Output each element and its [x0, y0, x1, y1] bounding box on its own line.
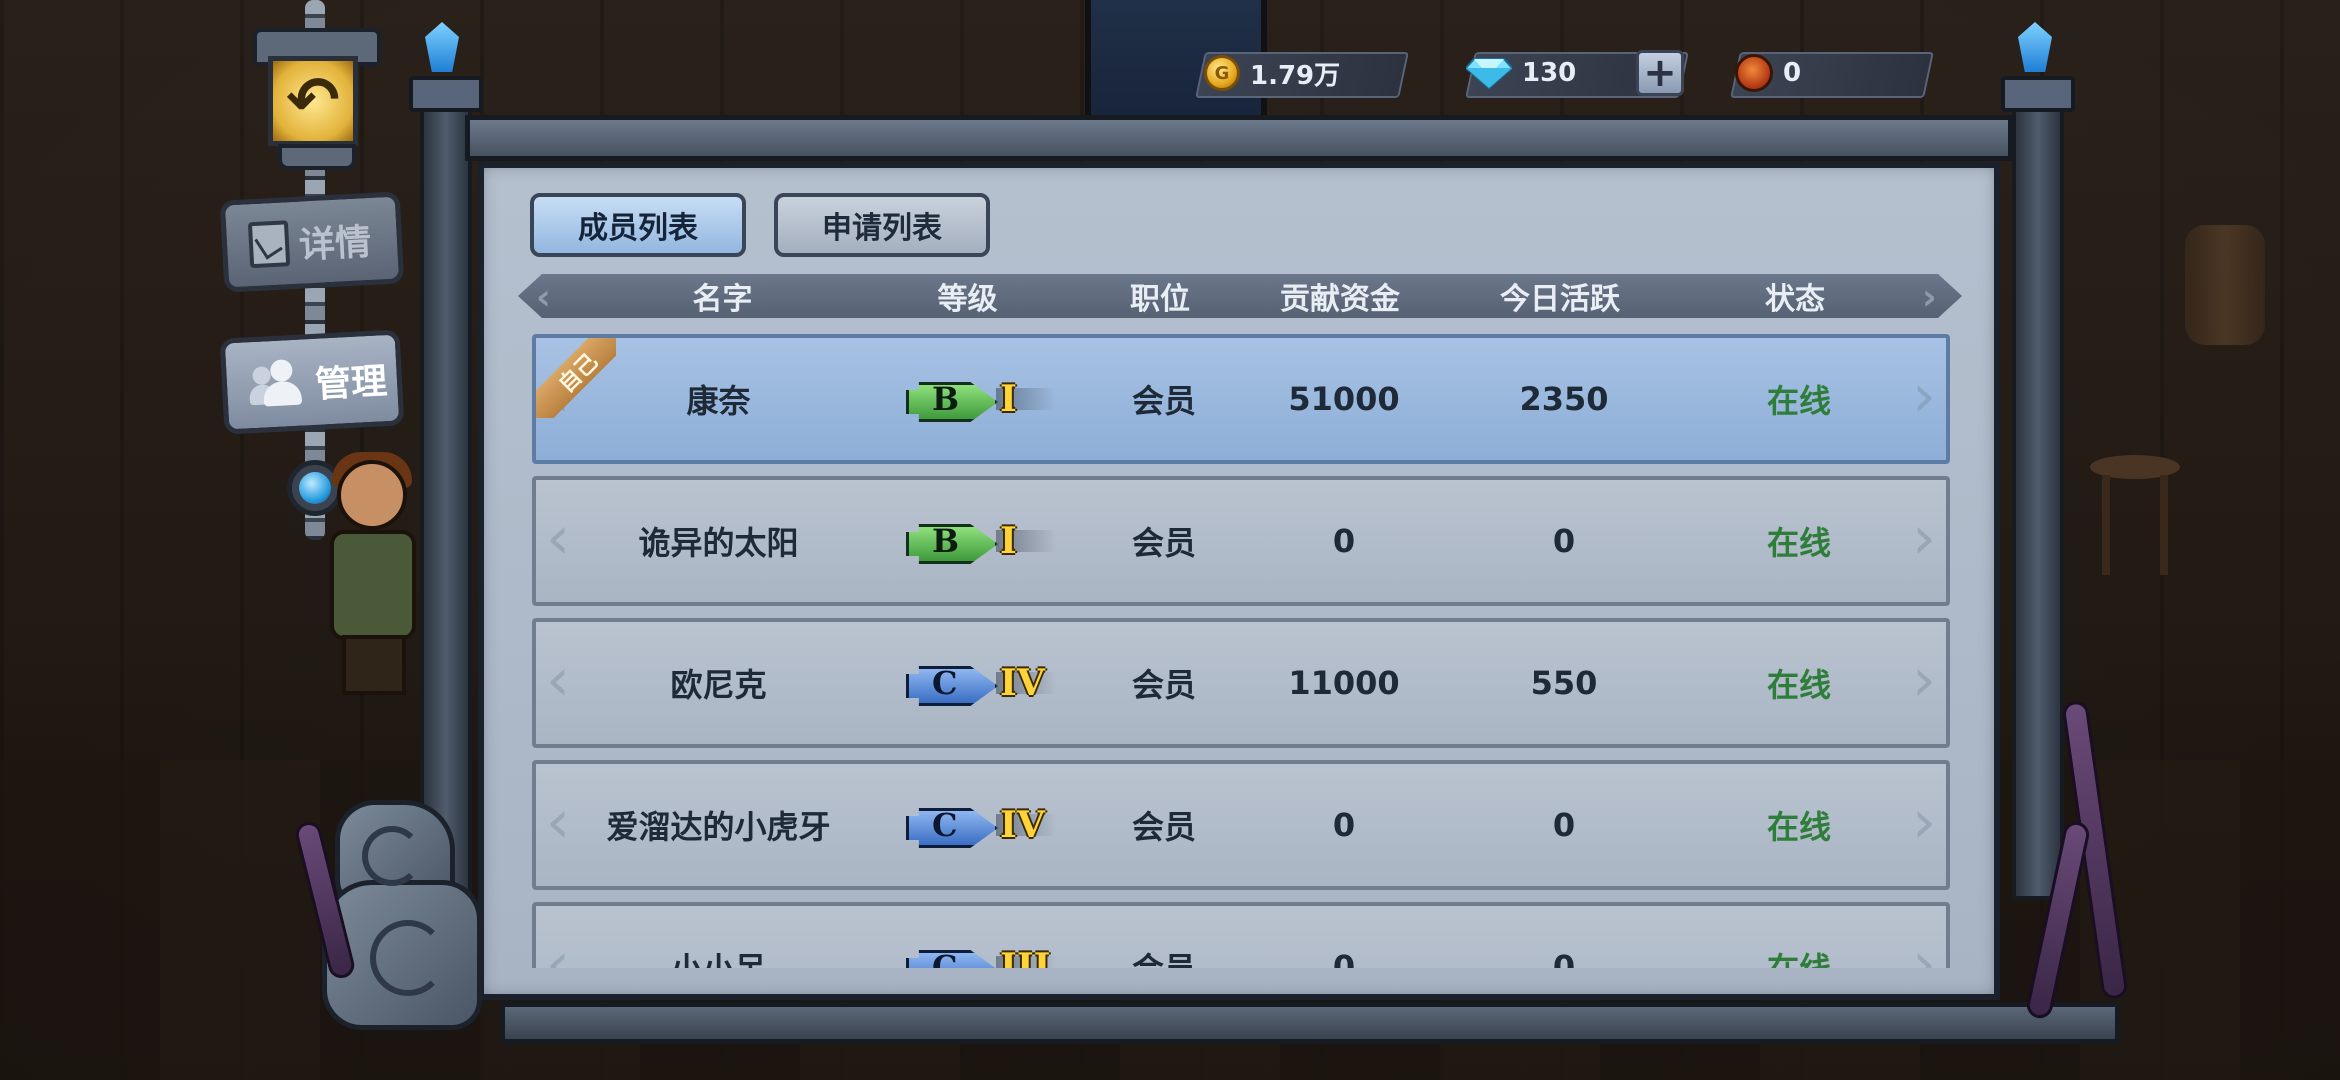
left-pillar — [420, 100, 472, 900]
member-position: 会员 — [1104, 906, 1224, 968]
details-button[interactable]: 详情 — [219, 191, 405, 293]
member-list[interactable]: ‹› 自己 康奈 B I 会员 51000 2350 在线 ‹› 诡异的太阳 B… — [532, 334, 1950, 968]
gold-amount: 1.79万 — [1250, 60, 1341, 91]
member-activity: 0 — [1552, 948, 1576, 968]
gold-resource: G 1.79万 — [1204, 50, 1340, 96]
member-status: 在线 — [1766, 524, 1831, 562]
member-rank: B I — [906, 480, 1056, 602]
member-name: 诡异的太阳 — [638, 524, 799, 562]
member-position: 会员 — [1131, 808, 1196, 846]
spiral-rune-icon — [370, 920, 446, 996]
right-pillar — [2012, 100, 2064, 900]
medal-resource: 0 — [1735, 50, 1801, 96]
document-icon — [247, 220, 291, 269]
panel-top-frame — [465, 115, 2013, 161]
right-pillar-cap — [2001, 76, 2075, 112]
member-rank: C III — [906, 906, 1056, 968]
plus-icon: + — [1643, 50, 1677, 96]
member-row[interactable]: ‹ › 爱溜达的小虎牙 C IV 会员 0 0 在线 — [532, 760, 1950, 890]
back-button[interactable]: ↶ — [243, 18, 383, 170]
member-name: 爱溜达的小虎牙 — [606, 808, 831, 846]
gold-coin-icon: G — [1204, 55, 1240, 91]
rank-badge-icon: B I — [906, 520, 1056, 564]
member-status: 在线 — [1704, 906, 1894, 968]
member-status: 在线 — [1766, 382, 1831, 420]
add-diamonds-button[interactable]: + — [1636, 50, 1684, 96]
member-contribution: 51000 — [1288, 380, 1400, 418]
column-header-activity: 今日活跃 — [1500, 282, 1620, 317]
member-contribution: 0 — [1332, 948, 1356, 968]
manage-label: 管理 — [314, 361, 389, 406]
member-name: 小小呆 — [616, 906, 821, 968]
column-header-level: 等级 — [937, 282, 998, 317]
member-row[interactable]: ‹ › 诡异的太阳 B I 会员 0 0 在线 — [532, 476, 1950, 606]
member-name: 康奈 — [686, 382, 751, 420]
rank-badge-icon: C IV — [906, 662, 1056, 706]
column-header-position: 职位 — [1130, 282, 1190, 317]
member-row[interactable]: ‹› 自己 康奈 B I 会员 51000 2350 在线 — [532, 334, 1950, 464]
member-status: 在线 — [1766, 666, 1831, 704]
header-left-chevron-icon: ‹ — [536, 277, 551, 318]
member-activity: 0 — [1552, 806, 1576, 844]
member-name: 欧尼克 — [670, 666, 767, 704]
members-icon — [248, 358, 306, 409]
column-header-contribution: 贡献资金 — [1280, 282, 1400, 317]
member-rank: C IV — [906, 764, 1056, 886]
member-row[interactable]: ‹ › 欧尼克 C IV 会员 11000 550 在线 — [532, 618, 1950, 748]
panel-bottom-frame — [500, 1002, 2120, 1044]
self-tag-badge: 自己 — [536, 338, 616, 418]
diamond-icon — [1466, 58, 1512, 89]
member-contribution: 0 — [1332, 522, 1356, 560]
member-activity: 0 — [1552, 522, 1576, 560]
rank-badge-icon: C III — [906, 946, 1056, 968]
diamond-resource: 130 — [1466, 50, 1576, 96]
spiral-rune-icon — [362, 826, 422, 886]
manage-button[interactable]: 管理 — [219, 329, 405, 435]
member-rank: C IV — [906, 622, 1056, 744]
rank-badge-icon: C IV — [906, 804, 1056, 848]
header-right-chevron-icon: › — [1922, 277, 1937, 318]
tab-member-list[interactable]: 成员列表 — [530, 193, 746, 257]
member-position: 会员 — [1131, 524, 1196, 562]
medal-icon — [1735, 54, 1773, 92]
details-label: 详情 — [298, 221, 373, 267]
member-status: 在线 — [1766, 808, 1831, 846]
diamond-amount: 130 — [1522, 58, 1577, 88]
member-position: 会员 — [1131, 382, 1196, 420]
player-character — [312, 450, 432, 710]
medal-amount: 0 — [1783, 58, 1802, 88]
rank-badge-icon: B I — [906, 378, 1056, 422]
member-position: 会员 — [1131, 666, 1196, 704]
column-header-name: 名字 — [692, 282, 753, 317]
member-rank: B I — [906, 338, 1056, 460]
left-pillar-cap — [409, 76, 483, 112]
background-barrel — [2185, 225, 2265, 345]
column-header-status: 状态 — [1765, 282, 1825, 317]
tab-application-list[interactable]: 申请列表 — [774, 193, 990, 257]
member-contribution: 0 — [1332, 806, 1356, 844]
member-activity: 2350 — [1519, 380, 1609, 418]
member-contribution: 11000 — [1288, 664, 1400, 702]
member-activity: 550 — [1530, 664, 1598, 702]
background-stool — [2090, 455, 2180, 575]
back-arrow-icon: ↶ — [286, 64, 340, 138]
member-row[interactable]: ‹› 小小呆 C III 会员 0 0 在线 — [532, 902, 1950, 968]
